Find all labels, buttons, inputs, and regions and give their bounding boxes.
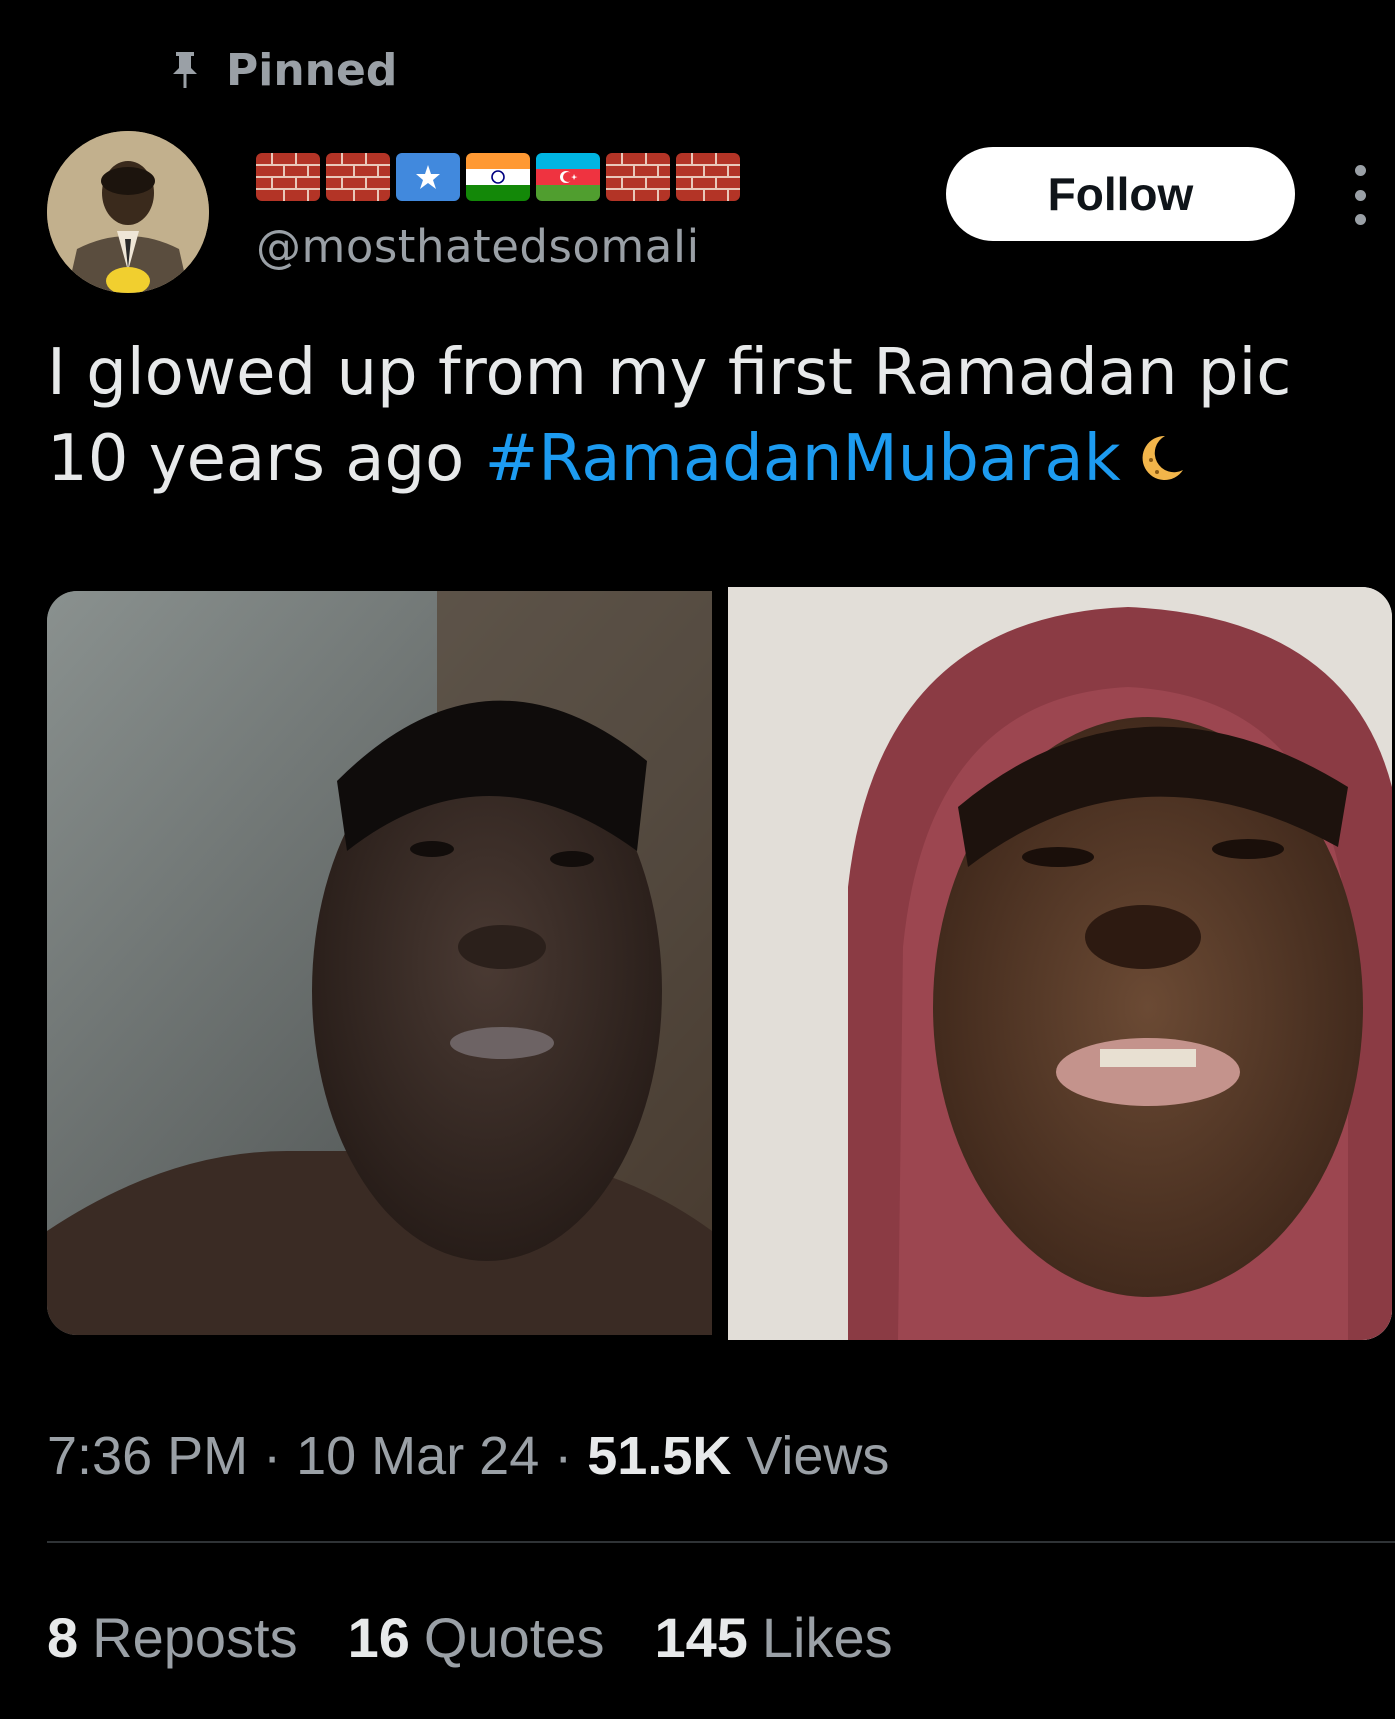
tweet-date[interactable]: 10 Mar 24 <box>296 1426 539 1486</box>
views-count: 51.5K <box>587 1426 732 1486</box>
media-image-left[interactable] <box>47 591 712 1335</box>
engagement-stats: 8 Reposts 16 Quotes 145 Likes <box>47 1605 893 1670</box>
quotes-count: 16 <box>347 1606 410 1669</box>
pinned-indicator: Pinned <box>170 40 397 100</box>
meta-separator: · <box>248 1426 297 1486</box>
flag-india-icon <box>466 153 530 201</box>
likes-count: 145 <box>654 1606 748 1669</box>
display-name[interactable] <box>256 150 740 204</box>
tweet-text-line2: 10 years ago #RamadanMubarak <box>47 416 1367 508</box>
hashtag-link[interactable]: #RamadanMubarak <box>485 422 1121 496</box>
divider <box>47 1541 1395 1543</box>
avatar[interactable] <box>47 131 209 293</box>
reposts-label: Reposts <box>92 1606 298 1669</box>
brick-emoji-icon <box>326 153 390 201</box>
tweet-text-line1: I glowed up from my first Ramadan pic <box>47 336 1292 410</box>
more-options-icon[interactable] <box>1340 165 1380 225</box>
views-label: Views <box>731 1426 890 1486</box>
tweet-text-prefix: 10 years ago <box>47 422 485 496</box>
user-handle[interactable]: @mosthatedsomaIi <box>256 220 700 273</box>
quotes-stat[interactable]: 16 Quotes <box>348 1605 605 1670</box>
media-image-right[interactable] <box>728 587 1392 1340</box>
crescent-moon-icon <box>1131 422 1187 508</box>
quotes-label: Quotes <box>423 1606 605 1669</box>
reposts-count: 8 <box>47 1606 79 1669</box>
reposts-stat[interactable]: 8 Reposts <box>47 1605 298 1670</box>
brick-emoji-icon <box>606 153 670 201</box>
tweet-text: I glowed up from my first Ramadan pic 10… <box>47 330 1367 508</box>
brick-emoji-icon <box>676 153 740 201</box>
likes-stat[interactable]: 145 Likes <box>654 1605 892 1670</box>
follow-button[interactable]: Follow <box>946 147 1295 241</box>
meta-separator: · <box>539 1426 588 1486</box>
tweet-time[interactable]: 7:36 PM <box>47 1426 248 1486</box>
pinned-label: Pinned <box>226 44 398 96</box>
flag-somalia-icon <box>396 153 460 201</box>
tweet-meta: 7:36 PM · 10 Mar 24 · 51.5K Views <box>47 1425 889 1487</box>
pin-icon <box>170 50 200 90</box>
brick-emoji-icon <box>256 153 320 201</box>
flag-azerbaijan-icon <box>536 153 600 201</box>
likes-label: Likes <box>761 1606 893 1669</box>
